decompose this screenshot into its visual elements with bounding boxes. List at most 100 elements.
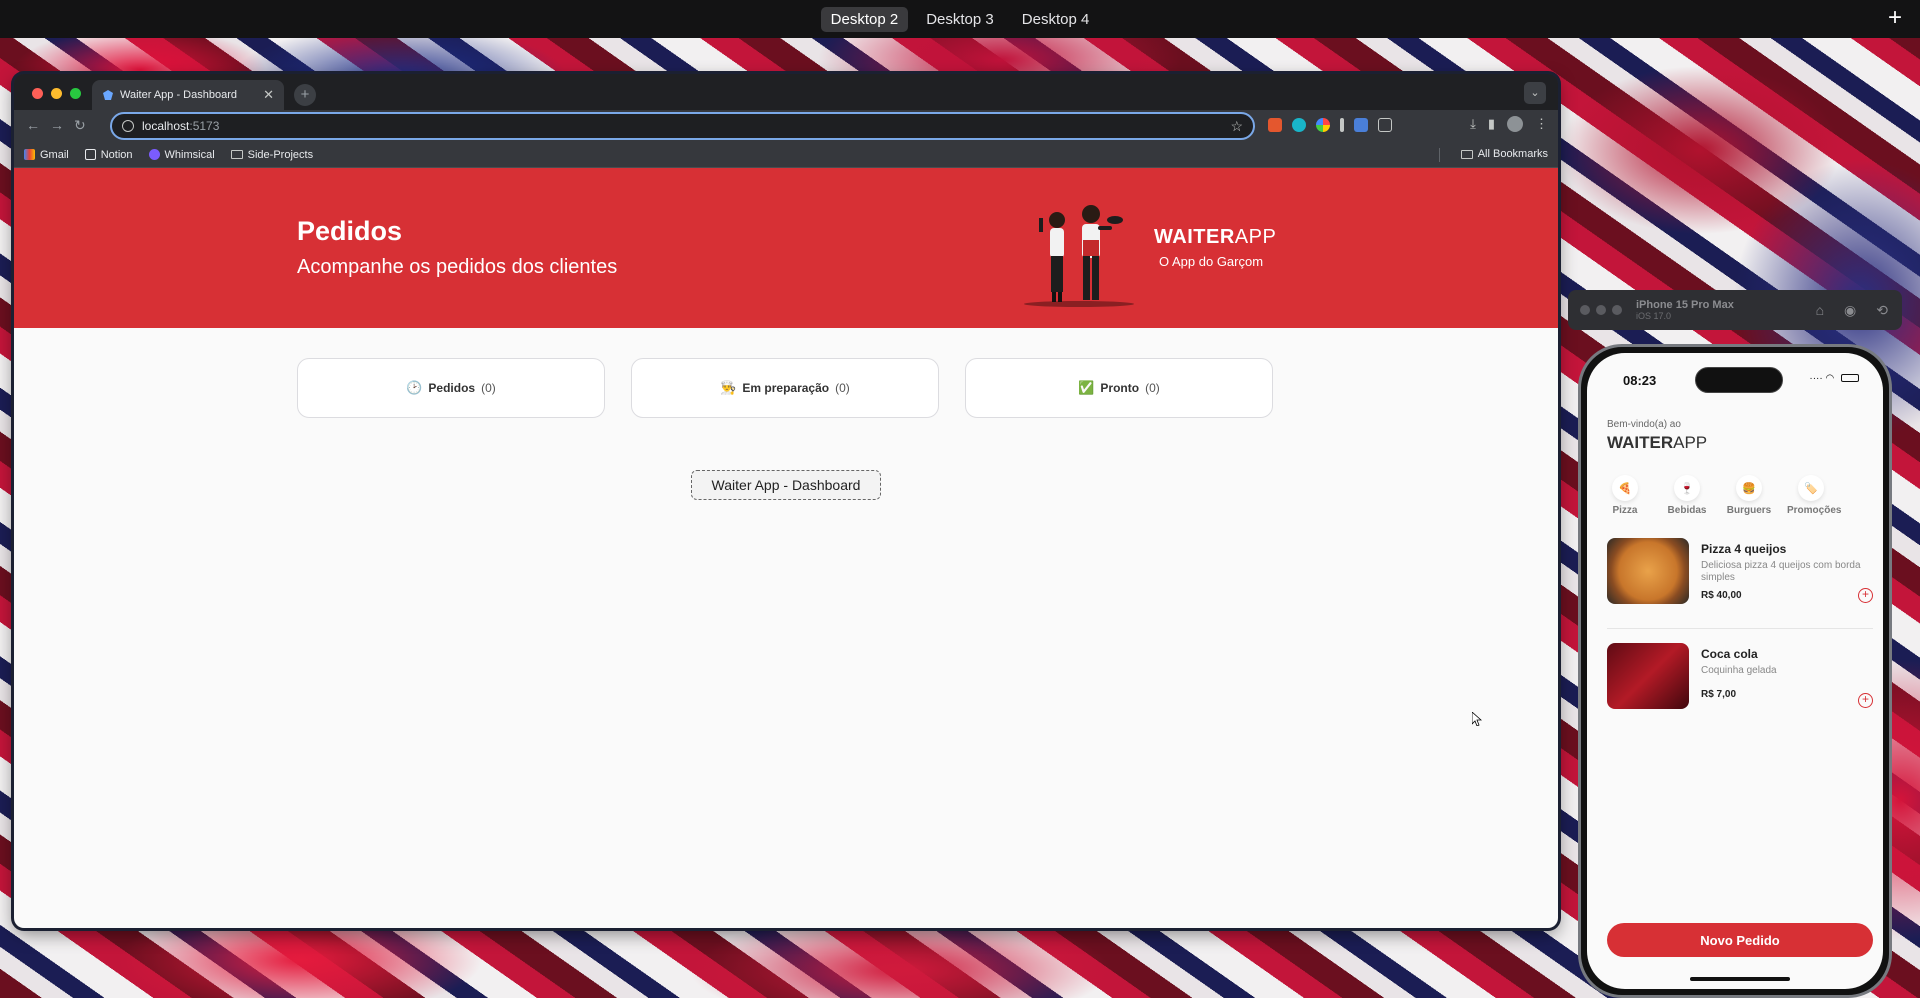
tab-title: Waiter App - Dashboard [120,89,237,101]
new-order-button[interactable]: Novo Pedido [1607,923,1873,957]
column-pedidos: 🕑 Pedidos (0) [297,358,605,418]
device-name: iPhone 15 Pro Max [1636,299,1734,311]
category-burguers[interactable]: 🍔 Burguers [1725,475,1773,516]
page-subtitle: Acompanhe os pedidos dos clientes [297,256,618,278]
brand-light: APP [1234,226,1277,248]
back-icon[interactable]: ← [26,117,40,133]
side-panel-icon[interactable]: ▮ [1488,116,1495,132]
extension-icon[interactable] [1292,118,1306,132]
reload-icon[interactable]: ↻ [74,117,86,134]
home-indicator [1690,977,1790,981]
mouse-cursor-icon [1472,712,1482,726]
column-pronto: ✅ Pronto (0) [965,358,1273,418]
app-brand: WAITERAPP [1607,433,1707,453]
browser-toolbar: ← → ↻ localhost:5173 ☆ ⤓ ▮ ⋮ [14,110,1558,142]
bookmark-whimsical[interactable]: Whimsical [148,148,215,161]
page-header: Pedidos Acompanhe os pedidos dos cliente… [14,168,1558,328]
bookmark-notion[interactable]: Notion [84,149,133,161]
product-description: Deliciosa pizza 4 queijos com borda simp… [1701,560,1861,583]
bookmark-label: Side-Projects [247,148,314,161]
product-item[interactable]: Pizza 4 queijos Deliciosa pizza 4 queijo… [1607,538,1873,616]
battery-icon [1841,374,1859,383]
puzzle-icon[interactable] [1378,118,1392,132]
column-title: Em preparação [742,381,830,395]
bookmark-side-projects[interactable]: Side-Projects [230,148,314,161]
category-promocoes[interactable]: 🏷️ Promoções [1787,475,1841,516]
download-icon[interactable]: ⤓ [1470,116,1476,132]
product-item[interactable]: Coca cola Coquinha gelada R$ 7,00 + [1607,643,1873,721]
browser-window: Waiter App - Dashboard ✕ + ⌄ ← → ↻ local… [14,74,1558,928]
product-description: Coquinha gelada [1701,665,1777,676]
brand-light: APP [1673,433,1708,452]
all-bookmarks[interactable]: All Bookmarks [1460,148,1548,160]
browser-tab-active[interactable]: Waiter App - Dashboard ✕ [92,80,284,110]
tab-search-icon[interactable]: ⌄ [1524,82,1546,104]
check-icon: ✅ [1078,380,1095,395]
category-list: 🍕 Pizza 🍷 Bebidas 🍔 Burguers 🏷️ Promoçõe… [1601,475,1841,516]
brand-bold: WAITER [1154,226,1235,248]
whimsical-icon [148,149,160,160]
page-title: Pedidos [297,216,403,246]
column-count: (0) [481,381,496,395]
minimize-window-button[interactable] [51,88,62,99]
browser-actions: ⤓ ▮ ⋮ [1470,116,1548,132]
status-icons: ···· ◠ [1809,373,1859,384]
desktop-tab-3[interactable]: Desktop 3 [916,7,1004,32]
category-label: Burguers [1726,505,1772,516]
bookmark-gmail[interactable]: Gmail [24,149,69,161]
simulator-actions: ⌂ ◉ ⟲ [1816,302,1888,319]
divider [1439,148,1440,162]
folder-icon [1460,149,1473,159]
category-label: Pizza [1612,505,1638,516]
page-title-tooltip: Waiter App - Dashboard [691,470,881,500]
wifi-icon: ◠ [1825,373,1835,384]
screenshot-icon[interactable]: ◉ [1844,302,1856,319]
extension-icon[interactable] [1268,118,1282,132]
bookmarks-bar: Gmail Notion Whimsical Side-Projects All… [14,142,1558,168]
page-viewport: Pedidos Acompanhe os pedidos dos cliente… [14,168,1558,928]
product-name: Pizza 4 queijos [1701,542,1787,556]
burger-icon: 🍔 [1736,475,1762,501]
bookmark-label: Whimsical [164,148,215,161]
category-label: Bebidas [1667,505,1707,516]
close-window-button[interactable] [32,88,43,99]
bookmark-label: Gmail [40,148,69,161]
rotate-icon[interactable]: ⟲ [1876,302,1888,319]
dynamic-island [1695,367,1783,393]
product-name: Coca cola [1701,647,1758,661]
divider [1607,628,1873,629]
add-to-cart-icon[interactable]: + [1858,693,1873,708]
new-tab-icon[interactable]: + [294,84,316,106]
bookmark-star-icon[interactable]: ☆ [1230,118,1243,135]
product-price: R$ 40,00 [1701,590,1742,601]
plus-icon[interactable]: + [1888,6,1902,30]
simulator-titlebar: iPhone 15 Pro Max iOS 17.0 ⌂ ◉ ⟲ [1568,290,1902,330]
more-icon[interactable]: ⋮ [1535,116,1548,132]
clock-icon: 🕑 [406,380,423,395]
desktop-tab-2[interactable]: Desktop 2 [820,6,909,32]
device-os: iOS 17.0 [1636,311,1672,321]
forward-icon[interactable]: → [50,117,64,133]
column-title: Pedidos [428,381,476,395]
profile-avatar[interactable] [1507,116,1523,132]
address-bar[interactable]: localhost:5173 ☆ [110,112,1255,140]
category-bebidas[interactable]: 🍷 Bebidas [1663,475,1711,516]
close-tab-icon[interactable]: ✕ [263,87,274,103]
translate-icon[interactable] [1354,118,1368,132]
tab-strip: Waiter App - Dashboard ✕ + ⌄ [14,74,1558,110]
phone-frame: 08:23 ···· ◠ Bem-vindo(a) ao WAITERAPP 🍕… [1578,344,1892,998]
url-port: :5173 [189,119,220,133]
desktop-tab-4[interactable]: Desktop 4 [1012,7,1100,32]
extension-icon[interactable] [1316,118,1330,132]
drink-icon: 🍷 [1674,475,1700,501]
gmail-icon [24,149,35,160]
orders-board: 🕑 Pedidos (0) 👨‍🍳 Em preparação (0) ✅ Pr… [297,358,1273,418]
category-pizza[interactable]: 🍕 Pizza [1601,475,1649,516]
add-to-cart-icon[interactable]: + [1858,588,1873,603]
site-info-icon[interactable] [122,120,134,132]
home-icon[interactable]: ⌂ [1816,302,1824,319]
welcome-text: Bem-vindo(a) ao [1607,419,1681,430]
eyedropper-icon[interactable] [1340,118,1344,132]
maximize-window-button[interactable] [70,88,81,99]
all-bookmarks-label: All Bookmarks [1477,148,1548,160]
